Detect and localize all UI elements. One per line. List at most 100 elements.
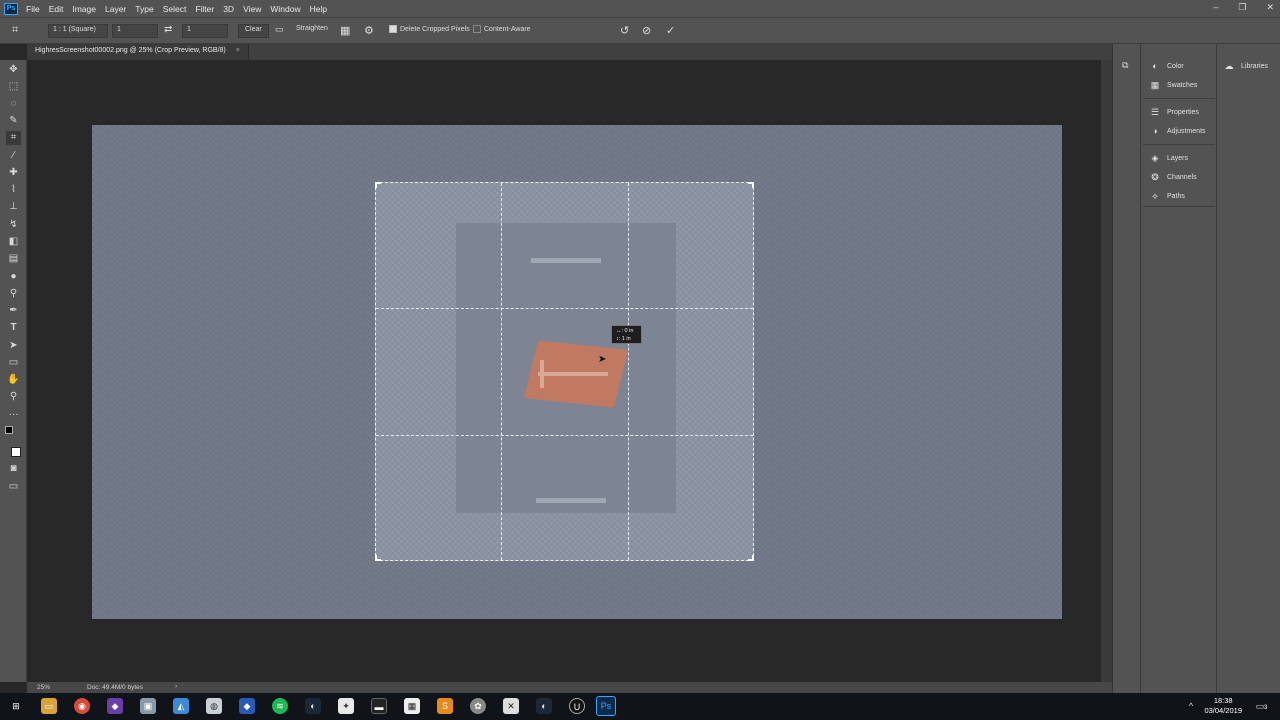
brush-tool-icon[interactable]: ⌇ (6, 183, 21, 197)
move-tool-icon[interactable]: ✥ (6, 63, 21, 77)
app-icon[interactable]: ◍ (206, 698, 222, 714)
straighten-label[interactable]: Straighten (296, 25, 328, 32)
crop-tool-icon[interactable]: ⌗ (6, 131, 21, 145)
crop-handle-top-right[interactable] (748, 182, 754, 188)
system-clock[interactable]: 18:38 03/04/2019 (1204, 696, 1242, 716)
crop-tool-preset-icon[interactable]: ⌗ (12, 24, 18, 37)
history-brush-tool-icon[interactable]: ↯ (6, 218, 21, 232)
foreground-color-swatch[interactable] (5, 426, 13, 434)
menu-view[interactable]: View (243, 4, 261, 14)
document-tab[interactable]: HighresScreenshot00002.png @ 25% (Crop P… (27, 44, 249, 60)
steam-icon[interactable]: ◐ (305, 698, 321, 714)
delete-cropped-checkbox[interactable] (389, 25, 397, 33)
reset-icon[interactable]: ↺ (620, 24, 629, 37)
minimize-button[interactable]: – (1213, 2, 1218, 13)
straighten-icon[interactable]: ▭ (275, 24, 284, 35)
menu-3d[interactable]: 3D (223, 4, 234, 14)
pen-tool-icon[interactable]: ✒ (6, 304, 21, 318)
healing-brush-tool-icon[interactable]: ✚ (6, 166, 21, 180)
menu-select[interactable]: Select (163, 4, 187, 14)
commit-check-icon[interactable]: ✓ (666, 24, 675, 37)
panel-channels[interactable]: ❂ Channels (1149, 172, 1197, 183)
zoom-level[interactable]: 25% (37, 684, 50, 691)
panel-properties[interactable]: ☰ Properties (1149, 107, 1199, 118)
crop-grid-line (376, 435, 753, 436)
eyedropper-tool-icon[interactable]: ⁄ (6, 149, 21, 163)
app-icon[interactable]: ✦ (338, 698, 354, 714)
menu-image[interactable]: Image (72, 4, 96, 14)
ratio-height-field[interactable]: 1 (182, 24, 228, 38)
gradient-tool-icon[interactable]: ▤ (6, 252, 21, 266)
path-select-tool-icon[interactable]: ➤ (6, 339, 21, 353)
app-icon[interactable]: ◭ (173, 698, 189, 714)
crop-handle-bottom-right[interactable] (748, 555, 754, 561)
dodge-tool-icon[interactable]: ⚲ (6, 287, 21, 301)
clear-button[interactable]: Clear (238, 24, 269, 38)
marquee-tool-icon[interactable]: ⬚ (6, 80, 21, 94)
vertical-scrollbar[interactable] (1101, 60, 1112, 682)
settings-gear-icon[interactable]: ⚙ (364, 24, 374, 37)
panel-adjustments[interactable]: ◑ Adjustments (1149, 126, 1206, 136)
menu-layer[interactable]: Layer (105, 4, 126, 14)
crop-handle-top-left[interactable] (375, 182, 381, 188)
eraser-tool-icon[interactable]: ◧ (6, 235, 21, 249)
panel-swatches[interactable]: ▦ Swatches (1149, 80, 1198, 91)
sublime-text-icon[interactable]: S (437, 698, 453, 714)
photoshop-taskbar-icon[interactable]: Ps (596, 696, 616, 716)
content-aware-checkbox[interactable] (473, 25, 481, 33)
app-icon[interactable]: ▣ (140, 698, 156, 714)
windows-taskbar: ⊞ ▭ ◉ ◆ ▣ ◭ ◍ ◆ ≋ ◐ ✦ ▬ ▦ S ✿ ✕ ◐ U Ps ^… (0, 693, 1280, 720)
type-tool-icon[interactable]: T (6, 321, 21, 335)
menu-filter[interactable]: Filter (195, 4, 214, 14)
quick-select-tool-icon[interactable]: ✎ (6, 114, 21, 128)
rectangle-tool-icon[interactable]: ▭ (6, 356, 21, 370)
status-menu-arrow-icon[interactable]: › (175, 683, 177, 690)
tab-close-icon[interactable]: × (236, 47, 240, 54)
zoom-tool-icon[interactable]: ⚲ (6, 390, 21, 404)
overlay-grid-icon[interactable]: ▦ (340, 24, 350, 37)
crop-handle-bottom-left[interactable] (375, 555, 381, 561)
calculator-icon[interactable]: ▦ (404, 698, 420, 714)
ratio-width-field[interactable]: 1 (112, 24, 158, 38)
panel-label: Adjustments (1167, 127, 1206, 135)
file-explorer-icon[interactable]: ▭ (41, 698, 57, 714)
windows-start-icon[interactable]: ⊞ (8, 698, 24, 714)
clone-stamp-tool-icon[interactable]: ⊥ (6, 200, 21, 214)
delete-cropped-pixels-toggle[interactable]: Delete Cropped Pixels (389, 25, 470, 33)
app-icon[interactable]: ◆ (239, 698, 255, 714)
panel-layers[interactable]: ◈ Layers (1149, 153, 1188, 164)
spotify-icon[interactable]: ≋ (272, 698, 288, 714)
tray-chevron-icon[interactable]: ^ (1183, 698, 1199, 714)
content-aware-toggle[interactable]: Content-Aware (473, 25, 531, 33)
menu-help[interactable]: Help (310, 4, 327, 14)
divider (1143, 206, 1215, 207)
steam-icon[interactable]: ◐ (536, 698, 552, 714)
screen-mode-icon[interactable]: ▭ (6, 480, 21, 494)
ratio-preset-select[interactable]: 1 : 1 (Square) (48, 24, 108, 38)
restore-button[interactable]: ❐ (1238, 2, 1246, 13)
history-icon[interactable]: ⧉ (1122, 60, 1128, 71)
hand-tool-icon[interactable]: ✋ (6, 373, 21, 387)
more-tools-icon[interactable]: ··· (6, 408, 21, 422)
background-color-swatch[interactable] (11, 447, 21, 457)
cancel-icon[interactable]: ⊘ (642, 24, 651, 37)
menu-window[interactable]: Window (270, 4, 300, 14)
menu-type[interactable]: Type (135, 4, 153, 14)
panel-libraries[interactable]: ☁ Libraries (1223, 61, 1268, 72)
panel-label: Channels (1167, 174, 1197, 181)
quick-mask-icon[interactable]: ◙ (6, 462, 21, 476)
swap-ratio-icon[interactable]: ⇄ (164, 24, 172, 35)
visual-studio-icon[interactable]: ◆ (107, 698, 123, 714)
lasso-tool-icon[interactable]: ◌ (6, 97, 21, 111)
panel-paths[interactable]: ⟡ Paths (1149, 191, 1185, 202)
blur-tool-icon[interactable]: ● (6, 270, 21, 284)
close-button[interactable]: ✕ (1266, 2, 1274, 13)
app-icon[interactable]: ✕ (503, 698, 519, 714)
menu-file[interactable]: File (26, 4, 40, 14)
app-icon[interactable]: ✿ (470, 698, 486, 714)
unreal-engine-icon[interactable]: U (569, 698, 585, 714)
menu-edit[interactable]: Edit (49, 4, 64, 14)
panel-color[interactable]: ◐ Color (1149, 61, 1183, 71)
chrome-icon[interactable]: ◉ (74, 698, 90, 714)
terminal-icon[interactable]: ▬ (371, 698, 387, 714)
